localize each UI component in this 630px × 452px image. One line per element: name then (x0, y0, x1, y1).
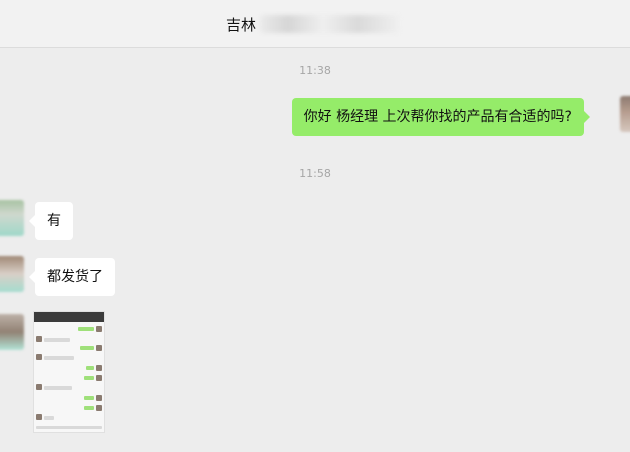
outgoing-message-bubble[interactable]: 你好 杨经理 上次帮你找的产品有合适的吗? (291, 98, 591, 136)
chat-header: 吉林 (0, 0, 630, 48)
contact-avatar[interactable] (0, 200, 24, 236)
incoming-message-bubble[interactable]: 都发货了 (29, 258, 115, 296)
contact-avatar[interactable] (0, 256, 24, 292)
contact-avatar[interactable] (0, 314, 24, 350)
my-avatar[interactable] (620, 96, 630, 132)
timestamp: 11:58 (299, 167, 331, 180)
timestamp: 11:38 (299, 64, 331, 77)
incoming-message-bubble[interactable]: 有 (29, 202, 73, 240)
chat-title: 吉林 (0, 14, 630, 35)
redacted-title-blur (260, 15, 400, 33)
image-message-thumbnail[interactable] (33, 311, 105, 433)
thumbnail-title-bar (34, 312, 104, 322)
chat-title-text: 吉林 (225, 16, 256, 34)
